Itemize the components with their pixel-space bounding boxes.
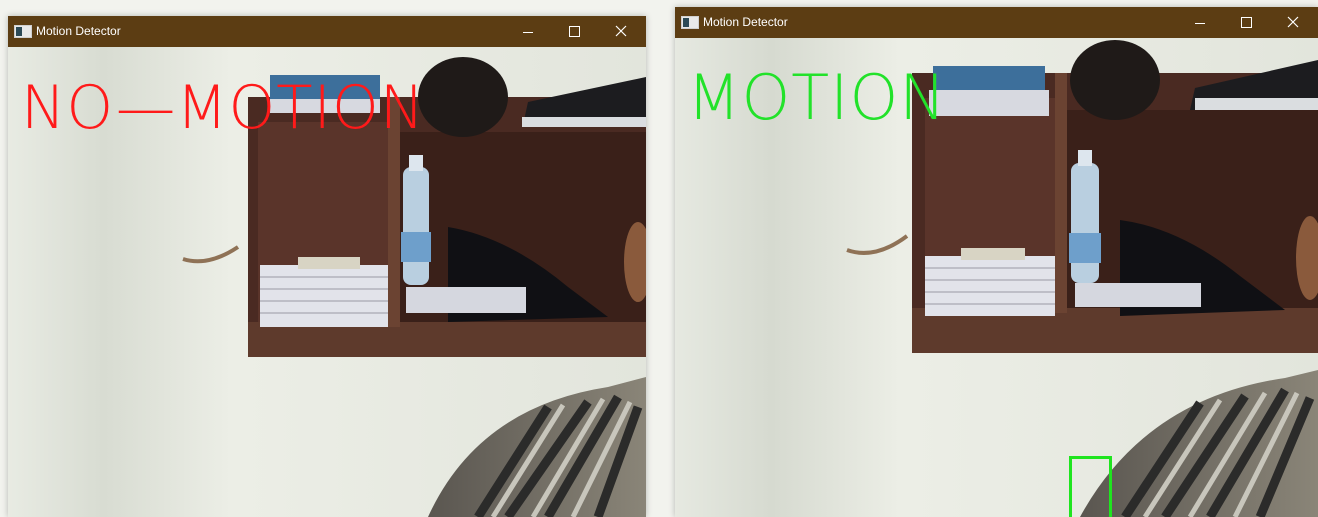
close-icon [1287, 16, 1299, 28]
window-title: Motion Detector [703, 15, 788, 29]
title-bar[interactable]: Motion Detector [8, 16, 646, 47]
motion-detector-window-left[interactable]: Motion Detector NO—MOTION [8, 16, 646, 517]
maximize-icon [569, 26, 580, 37]
app-icon [681, 16, 699, 29]
window-title: Motion Detector [36, 24, 121, 38]
maximize-button[interactable] [551, 16, 597, 47]
close-button[interactable] [1270, 7, 1316, 38]
minimize-button[interactable] [1177, 7, 1223, 38]
camera-feed: NO—MOTION [8, 47, 646, 517]
minimize-button[interactable] [505, 16, 551, 47]
minimize-icon [1195, 23, 1205, 24]
status-overlay-text: MOTION [687, 61, 947, 134]
title-bar[interactable]: Motion Detector [675, 7, 1318, 38]
close-button[interactable] [598, 16, 644, 47]
maximize-icon [1241, 17, 1252, 28]
close-icon [615, 25, 627, 37]
app-icon [14, 25, 32, 38]
maximize-button[interactable] [1223, 7, 1269, 38]
minimize-icon [523, 32, 533, 33]
status-overlay-text: NO—MOTION [21, 73, 426, 143]
motion-detector-window-right[interactable]: Motion Detector MOTION [675, 7, 1318, 517]
motion-bounding-box [1069, 456, 1112, 517]
camera-feed: MOTION [675, 38, 1318, 517]
